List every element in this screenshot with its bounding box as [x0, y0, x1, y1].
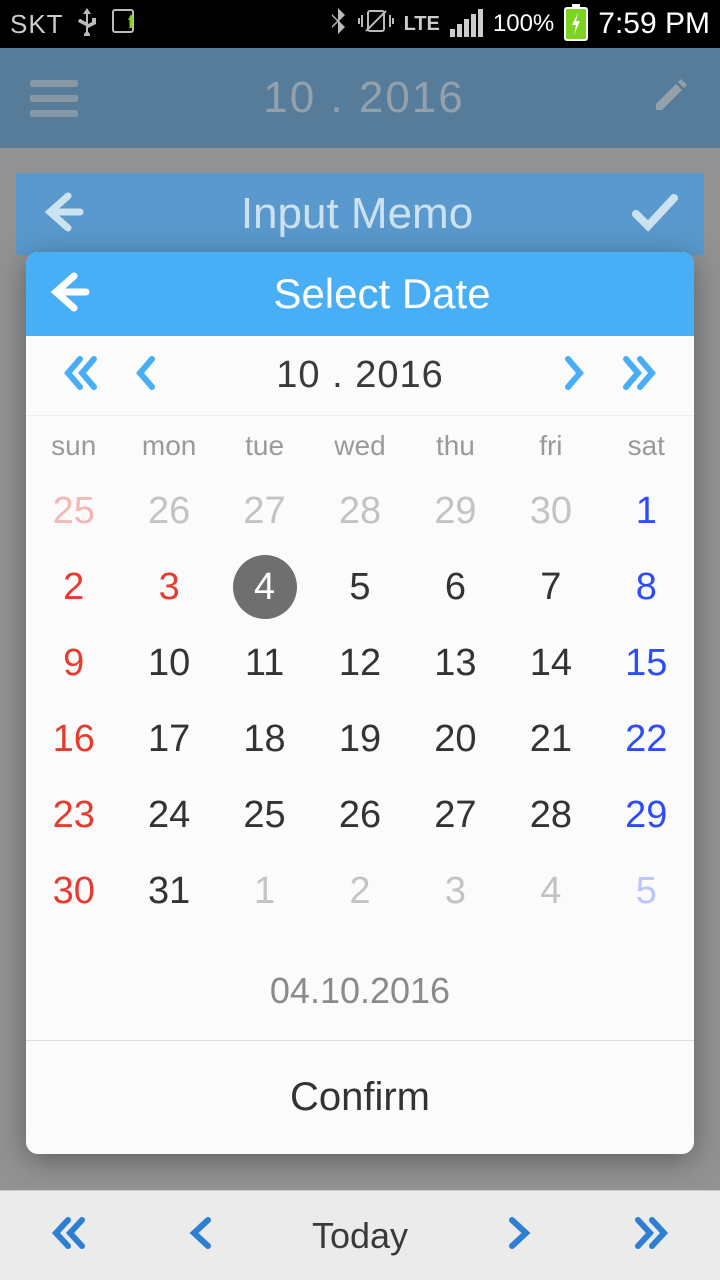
- calendar-day[interactable]: 3: [408, 868, 503, 914]
- calendar-day[interactable]: 27: [217, 488, 312, 534]
- next-year-icon[interactable]: [620, 355, 658, 396]
- calendar-day[interactable]: 2: [26, 564, 121, 610]
- calendar-day[interactable]: 21: [503, 716, 598, 762]
- weekday-label: mon: [121, 430, 216, 462]
- calendar-day[interactable]: 19: [312, 716, 407, 762]
- memo-back-icon[interactable]: [40, 190, 84, 239]
- calendar-day[interactable]: 12: [312, 640, 407, 686]
- calendar-day[interactable]: 24: [121, 792, 216, 838]
- nav-prev-icon[interactable]: [186, 1212, 216, 1259]
- calendar-day[interactable]: 7: [503, 564, 598, 610]
- calendar-day[interactable]: 16: [26, 716, 121, 762]
- nav-next-icon[interactable]: [504, 1212, 534, 1259]
- status-bar: SKT LTE 100% 7:59 PM: [0, 0, 720, 48]
- today-button[interactable]: Today: [312, 1215, 408, 1257]
- calendar-day[interactable]: 10: [121, 640, 216, 686]
- calendar-day[interactable]: 11: [217, 640, 312, 686]
- calendar-day[interactable]: 31: [121, 868, 216, 914]
- calendar-day[interactable]: 15: [599, 640, 694, 686]
- vibrate-icon: [358, 6, 394, 43]
- calendar-day[interactable]: 26: [312, 792, 407, 838]
- month-nav: 10 . 2016: [26, 336, 694, 416]
- bottom-nav: Today: [0, 1190, 720, 1280]
- calendar-day[interactable]: 18: [217, 716, 312, 762]
- weekday-label: sat: [599, 430, 694, 462]
- calendar-day[interactable]: 25: [26, 488, 121, 534]
- calendar-day[interactable]: 30: [26, 868, 121, 914]
- bluetooth-icon: [328, 6, 348, 43]
- signal-icon: [450, 11, 483, 37]
- usb-icon: [76, 6, 98, 43]
- memo-confirm-icon[interactable]: [630, 190, 680, 239]
- next-month-icon[interactable]: [562, 355, 586, 396]
- nav-last-icon[interactable]: [630, 1212, 672, 1259]
- calendar-day[interactable]: 2: [312, 868, 407, 914]
- lte-label: LTE: [404, 13, 440, 36]
- calendar-day[interactable]: 29: [408, 488, 503, 534]
- modal-back-icon[interactable]: [46, 270, 90, 319]
- selected-date-label: 04.10.2016: [26, 942, 694, 1040]
- calendar-day[interactable]: 22: [599, 716, 694, 762]
- calendar-day[interactable]: 1: [217, 868, 312, 914]
- status-clock: 7:59 PM: [598, 7, 710, 41]
- calendar-day[interactable]: 6: [408, 564, 503, 610]
- date-picker-modal: Select Date 10 . 2016 sunmontuewedthufri…: [26, 252, 694, 1154]
- month-label: 10 . 2016: [276, 354, 443, 397]
- calendar-day[interactable]: 28: [312, 488, 407, 534]
- calendar-day[interactable]: 4: [217, 564, 312, 610]
- calendar-grid: 2526272829301234567891011121314151617181…: [26, 470, 694, 942]
- modal-header: Select Date: [26, 252, 694, 336]
- memo-bar: Input Memo: [16, 173, 704, 255]
- weekday-label: tue: [217, 430, 312, 462]
- battery-percent: 100%: [493, 10, 554, 38]
- battery-icon: [564, 7, 588, 41]
- calendar-day[interactable]: 20: [408, 716, 503, 762]
- modal-title: Select Date: [90, 270, 674, 318]
- calendar-day[interactable]: 23: [26, 792, 121, 838]
- weekday-label: fri: [503, 430, 598, 462]
- calendar-day[interactable]: 26: [121, 488, 216, 534]
- calendar-day[interactable]: 5: [599, 868, 694, 914]
- calendar-day[interactable]: 29: [599, 792, 694, 838]
- nav-first-icon[interactable]: [48, 1212, 90, 1259]
- calendar-day[interactable]: 3: [121, 564, 216, 610]
- calendar-day[interactable]: 25: [217, 792, 312, 838]
- calendar-day[interactable]: 8: [599, 564, 694, 610]
- weekday-row: sunmontuewedthufrisat: [26, 416, 694, 470]
- calendar-day[interactable]: 13: [408, 640, 503, 686]
- calendar-day[interactable]: 30: [503, 488, 598, 534]
- prev-month-icon[interactable]: [134, 355, 158, 396]
- calendar-day[interactable]: 28: [503, 792, 598, 838]
- calendar-day[interactable]: 27: [408, 792, 503, 838]
- prev-year-icon[interactable]: [62, 355, 100, 396]
- weekday-label: sun: [26, 430, 121, 462]
- weekday-label: wed: [312, 430, 407, 462]
- confirm-button[interactable]: Confirm: [26, 1041, 694, 1154]
- calendar-day[interactable]: 9: [26, 640, 121, 686]
- carrier-label: SKT: [10, 9, 64, 40]
- weekday-label: thu: [408, 430, 503, 462]
- memo-title: Input Memo: [84, 189, 630, 239]
- sync-icon: [110, 6, 140, 43]
- calendar-day[interactable]: 14: [503, 640, 598, 686]
- calendar-day[interactable]: 17: [121, 716, 216, 762]
- calendar-day[interactable]: 1: [599, 488, 694, 534]
- calendar-day[interactable]: 4: [503, 868, 598, 914]
- calendar-day[interactable]: 5: [312, 564, 407, 610]
